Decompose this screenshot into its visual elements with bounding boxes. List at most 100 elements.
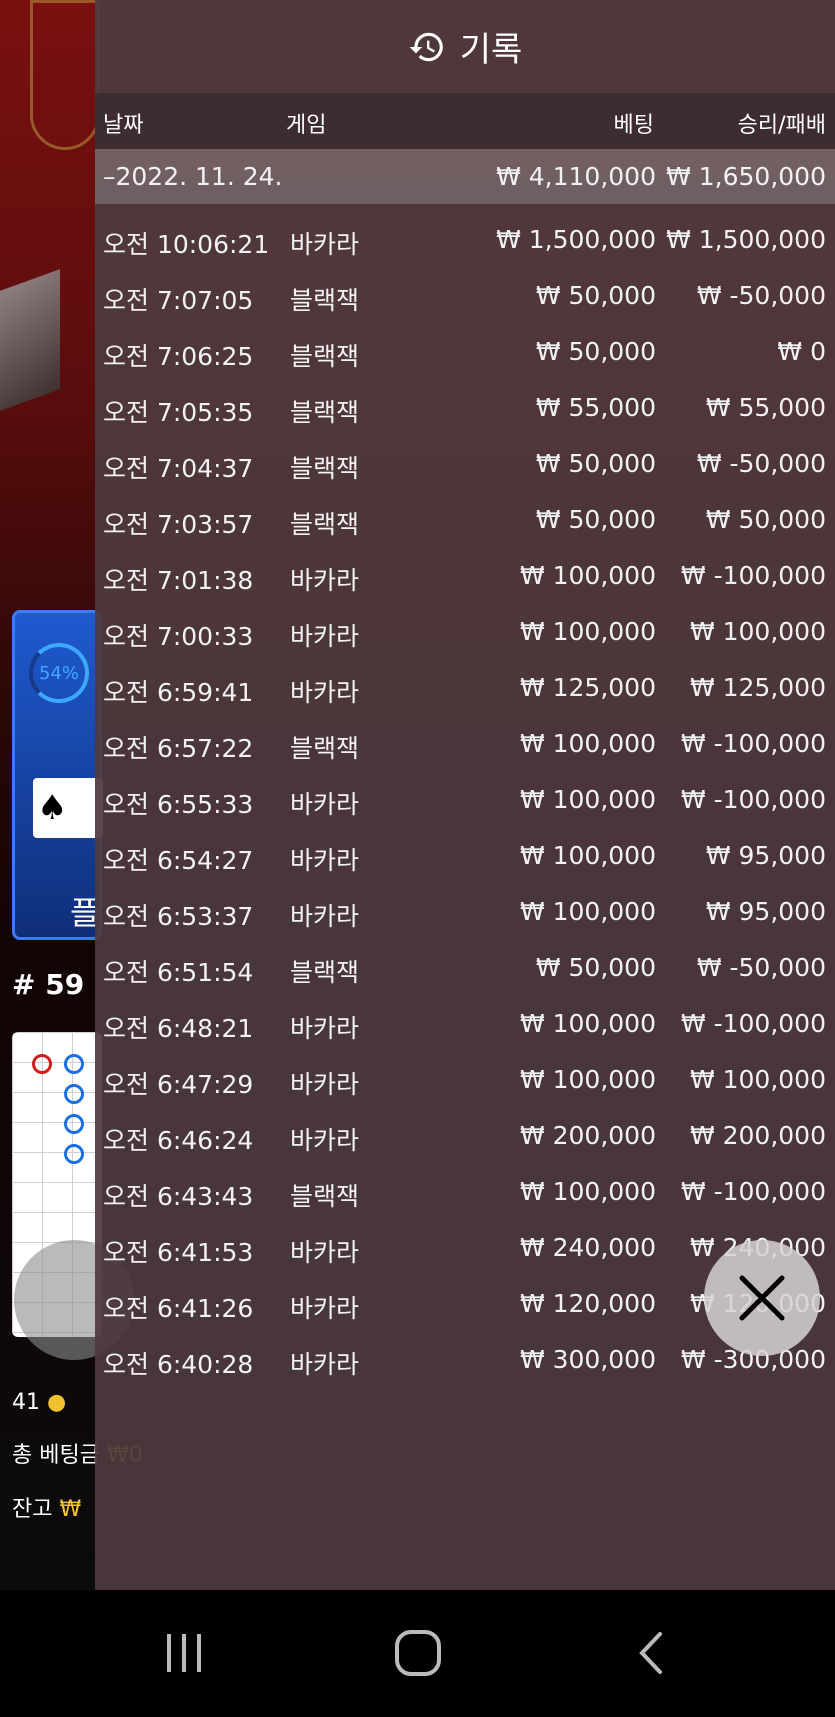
panel-title: 기록 [459,30,523,70]
row-result: ₩ -100,000 [680,1177,826,1206]
row-bet: ₩ 100,000 [519,1009,656,1038]
row-result: ₩ -50,000 [696,953,826,982]
history-row[interactable]: 오전 6:57:22 블랙잭 ₩ 100,000 ₩ -100,000 [95,716,835,772]
row-time: 오전 6:43:43 [103,1182,254,1211]
column-bet: 베팅 [613,113,654,138]
row-game: 블랙잭 [290,286,360,315]
row-bet: ₩ 100,000 [519,561,656,590]
row-bet: ₩ 50,000 [535,449,656,478]
row-bet: ₩ 100,000 [519,1065,656,1094]
row-result: ₩ -100,000 [680,729,826,758]
row-game: 바카라 [290,902,360,931]
row-result: ₩ 95,000 [705,897,826,926]
row-result: ₩ 100,000 [689,617,826,646]
panel-header: 기록 [95,0,835,93]
row-result: ₩ 200,000 [689,1121,826,1150]
row-game: 바카라 [290,1238,360,1267]
back-button[interactable] [617,1620,687,1686]
history-row[interactable]: 오전 10:06:21 바카라 ₩ 1,500,000 ₩ 1,500,000 [95,212,835,268]
row-time: 오전 7:00:33 [103,622,254,651]
table-header: 날짜 게임 베팅 승리/패배 [95,93,835,149]
row-result: ₩ -50,000 [696,449,826,478]
row-time: 오전 7:01:38 [103,566,254,595]
decoration [30,0,100,150]
row-time: 오전 6:41:26 [103,1294,254,1323]
row-bet: ₩ 55,000 [535,393,656,422]
row-result: ₩ 100,000 [689,1065,826,1094]
row-bet: ₩ 100,000 [519,729,656,758]
road-dot [32,1054,52,1074]
history-row[interactable]: 오전 7:05:35 블랙잭 ₩ 55,000 ₩ 55,000 [95,380,835,436]
history-row[interactable]: 오전 6:46:24 바카라 ₩ 200,000 ₩ 200,000 [95,1108,835,1164]
home-icon [395,1630,441,1676]
history-row[interactable]: 오전 7:04:37 블랙잭 ₩ 50,000 ₩ -50,000 [95,436,835,492]
row-bet: ₩ 100,000 [519,617,656,646]
row-game: 블랙잭 [290,342,360,371]
row-game: 바카라 [290,1070,360,1099]
row-result: ₩ 95,000 [705,841,826,870]
row-time: 오전 6:54:27 [103,846,254,875]
column-date: 날짜 [103,113,144,138]
history-row[interactable]: 오전 7:06:25 블랙잭 ₩ 50,000 ₩ 0 [95,324,835,380]
row-game: 바카라 [290,1350,360,1379]
row-bet: ₩ 100,000 [519,785,656,814]
row-bet: ₩ 100,000 [519,1177,656,1206]
row-time: 오전 6:40:28 [103,1350,254,1379]
row-time: 오전 6:48:21 [103,1014,254,1043]
date-group-row[interactable]: –2022. 11. 24. ₩ 4,110,000 ₩ 1,650,000 [95,149,835,204]
history-row[interactable]: 오전 7:07:05 블랙잭 ₩ 50,000 ₩ -50,000 [95,268,835,324]
row-game: 블랙잭 [290,1182,360,1211]
history-row[interactable]: 오전 6:48:21 바카라 ₩ 100,000 ₩ -100,000 [95,996,835,1052]
history-list[interactable]: –2022. 11. 24. ₩ 4,110,000 ₩ 1,650,000 오… [95,149,835,1388]
row-time: 오전 6:41:53 [103,1238,254,1267]
row-time: 오전 6:46:24 [103,1126,254,1155]
row-time: 오전 7:06:25 [103,342,254,371]
history-row[interactable]: 오전 7:00:33 바카라 ₩ 100,000 ₩ 100,000 [95,604,835,660]
history-row[interactable]: 오전 7:01:38 바카라 ₩ 100,000 ₩ -100,000 [95,548,835,604]
history-row[interactable]: 오전 6:53:37 바카라 ₩ 100,000 ₩ 95,000 [95,884,835,940]
promo-percent: 54% [38,662,79,684]
row-result: ₩ 0 [777,337,826,366]
history-row[interactable]: 오전 6:55:33 바카라 ₩ 100,000 ₩ -100,000 [95,772,835,828]
road-dot [64,1114,84,1134]
row-game: 바카라 [290,790,360,819]
balance-label: 잔고 [12,1497,53,1522]
row-bet: ₩ 120,000 [519,1289,656,1318]
home-button[interactable] [383,1620,453,1686]
spade-card-icon: ♠ [33,778,103,838]
row-game: 블랙잭 [290,734,360,763]
row-result: ₩ 55,000 [705,393,826,422]
row-time: 오전 6:51:54 [103,958,254,987]
row-time: 오전 6:57:22 [103,734,254,763]
row-result: ₩ -100,000 [680,785,826,814]
history-row[interactable]: 오전 6:47:29 바카라 ₩ 100,000 ₩ 100,000 [95,1052,835,1108]
group-result-total: ₩ 1,650,000 [666,162,826,191]
history-row[interactable]: 오전 6:59:41 바카라 ₩ 125,000 ₩ 125,000 [95,660,835,716]
system-nav-bar [0,1590,835,1717]
row-bet: ₩ 1,500,000 [496,225,656,254]
row-time: 오전 10:06:21 [103,230,270,259]
row-game: 바카라 [290,622,360,651]
recents-button[interactable] [149,1620,219,1686]
row-time: 오전 6:47:29 [103,1070,254,1099]
row-bet: ₩ 125,000 [519,673,656,702]
row-game: 블랙잭 [290,398,360,427]
row-game: 블랙잭 [290,454,360,483]
group-date: –2022. 11. 24. [103,162,283,191]
row-result: ₩ -100,000 [680,561,826,590]
history-panel: 기록 날짜 게임 베팅 승리/패배 –2022. 11. 24. ₩ 4,110… [95,0,835,1590]
row-result: ₩ 50,000 [705,505,826,534]
progress-ring: 54% [29,643,89,703]
row-game: 바카라 [290,1126,360,1155]
history-row[interactable]: 오전 6:43:43 블랙잭 ₩ 100,000 ₩ -100,000 [95,1164,835,1220]
promo-card[interactable]: 54% ♠ 플 [12,610,103,940]
row-game: 바카라 [290,1014,360,1043]
road-dot [64,1054,84,1074]
row-game: 바카라 [290,566,360,595]
history-row[interactable]: 오전 6:51:54 블랙잭 ₩ 50,000 ₩ -50,000 [95,940,835,996]
close-button[interactable] [704,1240,820,1356]
recents-icon [167,1634,201,1672]
row-result: ₩ 1,500,000 [666,225,826,254]
history-row[interactable]: 오전 7:03:57 블랙잭 ₩ 50,000 ₩ 50,000 [95,492,835,548]
history-row[interactable]: 오전 6:54:27 바카라 ₩ 100,000 ₩ 95,000 [95,828,835,884]
